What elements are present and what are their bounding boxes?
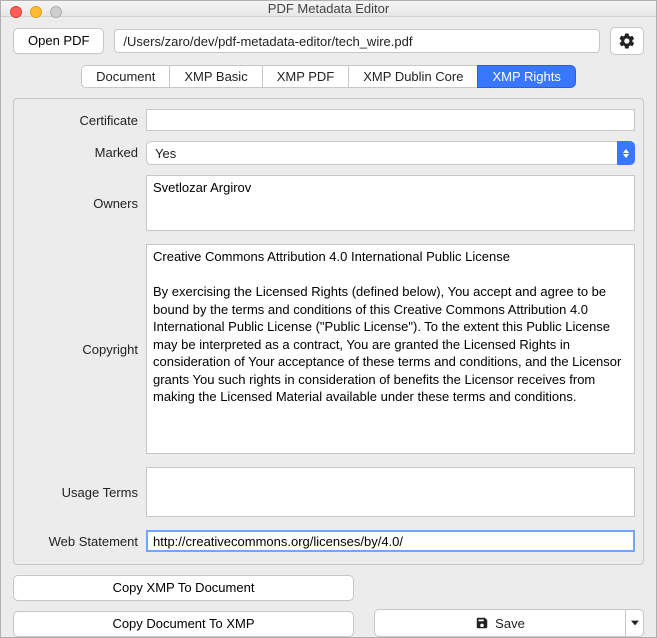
- copy-document-to-xmp-button[interactable]: Copy Document To XMP: [13, 611, 354, 637]
- tab-xmp-dublin-core[interactable]: XMP Dublin Core: [348, 65, 478, 88]
- window-controls: [10, 6, 62, 18]
- tabstrip: Document XMP Basic XMP PDF XMP Dublin Co…: [81, 65, 576, 88]
- open-pdf-button[interactable]: Open PDF: [13, 28, 104, 54]
- save-button-label: Save: [495, 616, 525, 631]
- toolbar: Open PDF /Users/zaro/dev/pdf-metadata-ed…: [1, 17, 656, 61]
- bottom-bar: Copy XMP To Document Copy Document To XM…: [1, 565, 656, 638]
- window-title: PDF Metadata Editor: [268, 1, 389, 16]
- close-window-button[interactable]: [10, 6, 22, 18]
- chevron-down-icon: [631, 619, 639, 627]
- save-dropdown-button[interactable]: [626, 609, 644, 637]
- form-panel: Certificate Marked Yes Owners: [13, 98, 644, 565]
- tab-xmp-rights[interactable]: XMP Rights: [477, 65, 575, 88]
- minimize-window-button[interactable]: [30, 6, 42, 18]
- web-statement-input[interactable]: [146, 530, 635, 552]
- certificate-label: Certificate: [14, 109, 146, 131]
- file-path-field[interactable]: /Users/zaro/dev/pdf-metadata-editor/tech…: [114, 29, 600, 53]
- titlebar: PDF Metadata Editor: [1, 1, 656, 17]
- gear-icon: [618, 32, 636, 50]
- owners-label: Owners: [14, 175, 146, 231]
- copyright-label: Copyright: [14, 244, 146, 454]
- tab-xmp-pdf[interactable]: XMP PDF: [262, 65, 350, 88]
- save-icon: [475, 616, 489, 630]
- file-path-text: /Users/zaro/dev/pdf-metadata-editor/tech…: [123, 34, 412, 49]
- copy-xmp-to-document-button[interactable]: Copy XMP To Document: [13, 575, 354, 601]
- marked-select[interactable]: Yes: [146, 141, 635, 165]
- save-button-group: Save: [374, 609, 644, 637]
- copyright-input[interactable]: [146, 244, 635, 454]
- usage-terms-label: Usage Terms: [14, 467, 146, 517]
- usage-terms-input[interactable]: [146, 467, 635, 517]
- settings-button[interactable]: [610, 27, 644, 55]
- certificate-input[interactable]: [146, 109, 635, 131]
- tab-xmp-basic[interactable]: XMP Basic: [169, 65, 262, 88]
- zoom-window-button[interactable]: [50, 6, 62, 18]
- marked-select-value: Yes: [155, 146, 176, 161]
- app-window: PDF Metadata Editor Open PDF /Users/zaro…: [0, 0, 657, 638]
- owners-input[interactable]: [146, 175, 635, 231]
- tabs: Document XMP Basic XMP PDF XMP Dublin Co…: [1, 61, 656, 98]
- web-statement-label: Web Statement: [14, 530, 146, 552]
- tab-document[interactable]: Document: [81, 65, 170, 88]
- marked-label: Marked: [14, 141, 146, 165]
- save-button[interactable]: Save: [374, 609, 626, 637]
